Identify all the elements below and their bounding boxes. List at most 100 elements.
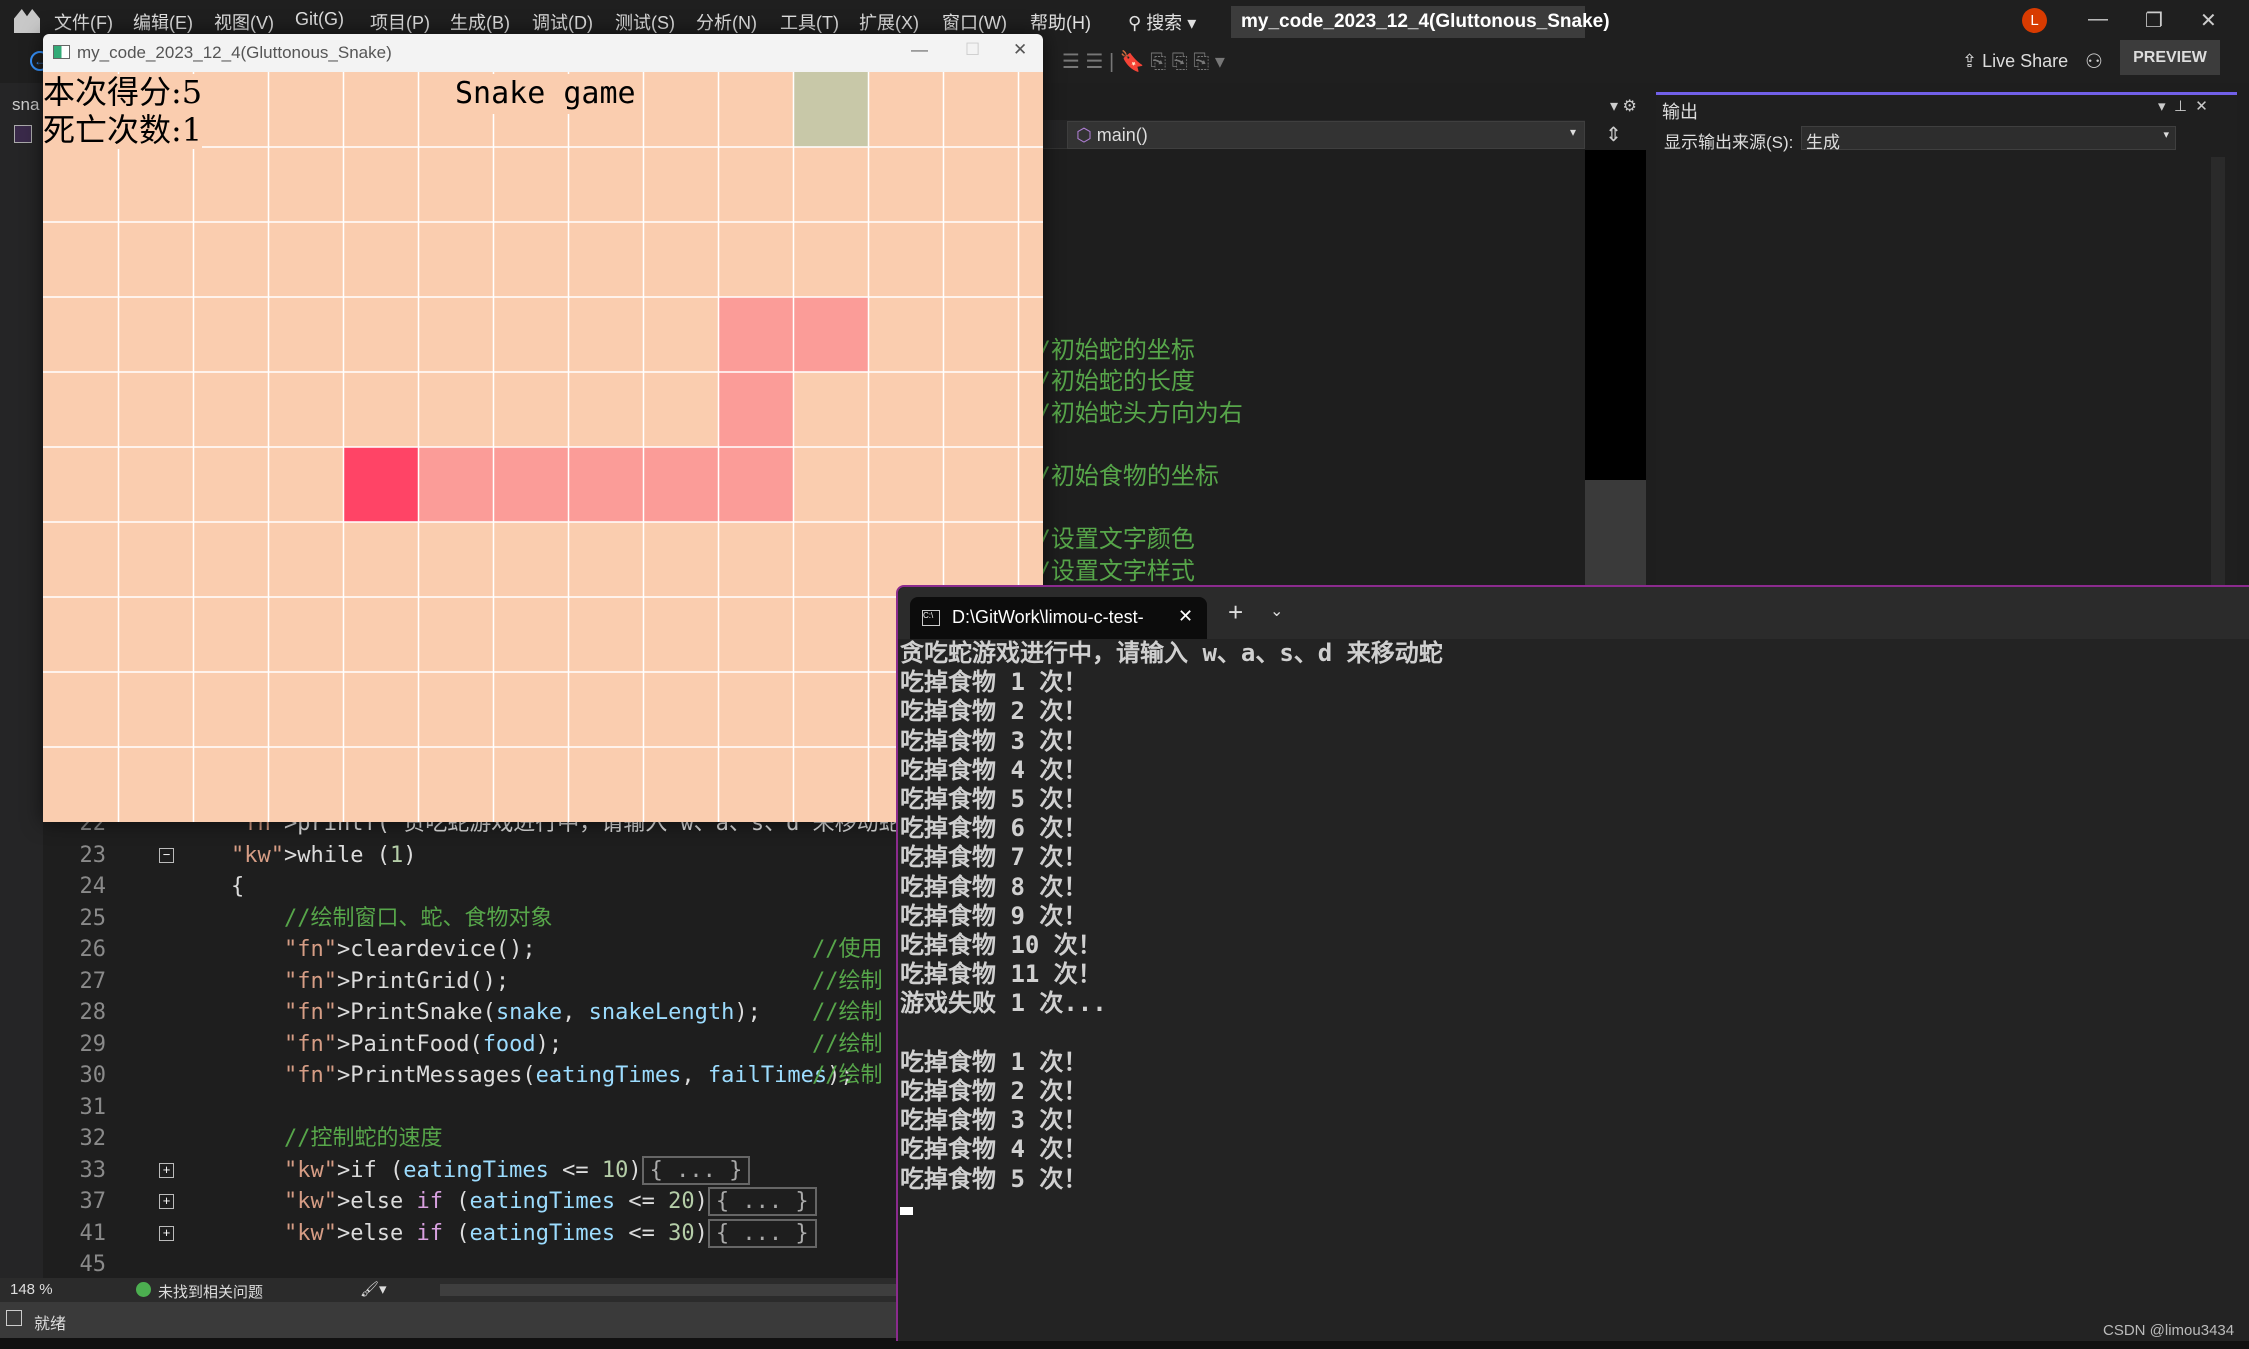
code-comment: //绘制 [812, 968, 883, 994]
snake-body-cell [493, 447, 569, 522]
menu-item[interactable]: 调试(D) [532, 9, 593, 35]
collapsed-block[interactable]: { ... } [641, 1155, 751, 1185]
share-icon: ⇪ [1962, 51, 1983, 71]
menu-item[interactable]: Git(G) [295, 9, 344, 30]
score-label: 本次得分:5 [43, 73, 203, 111]
close-button[interactable]: ✕ [2200, 8, 2217, 33]
doc-tab[interactable]: sna [12, 95, 39, 115]
snake-body-cell [718, 447, 794, 522]
code-line[interactable]: //绘制窗口、蛇、食物对象 [284, 903, 553, 934]
search-button[interactable]: ⚲ 搜索 ▾ [1128, 9, 1196, 35]
new-tab-button[interactable]: + [1228, 597, 1243, 628]
issues-status[interactable]: 未找到相关问题 [158, 1281, 263, 1302]
app-icon [53, 45, 70, 59]
code-line[interactable]: //控制蛇的速度 [284, 1123, 443, 1154]
menu-item[interactable]: 生成(B) [450, 9, 510, 35]
preview-button[interactable]: PREVIEW [2120, 40, 2220, 75]
death-label: 死亡次数:1 [43, 111, 203, 149]
settings-icon[interactable]: ▾ ⚙ [1610, 96, 1637, 116]
game-canvas[interactable] [43, 72, 1043, 822]
restore-button[interactable]: ❐ [2145, 8, 2163, 33]
menu-item[interactable]: 帮助(H) [1030, 9, 1091, 35]
collapsed-block[interactable]: { ... } [707, 1218, 817, 1248]
brush-icon[interactable]: 🖌▾ [360, 1280, 387, 1298]
minimap[interactable] [1585, 150, 1646, 585]
code-comment: //绘制 [812, 1031, 883, 1057]
terminal-line: 吃掉食物 8 次！ [900, 872, 1088, 901]
live-share-button[interactable]: ⇪ Live Share [1962, 51, 2068, 72]
code-comment: //初始蛇的长度 [1022, 367, 1195, 395]
code-line[interactable]: "kw">if (eatingTimes <= 10){ ... } [284, 1155, 751, 1186]
line-number: 30 [79, 1063, 107, 1088]
code-comment: //使用 [812, 937, 883, 962]
tab-close-icon[interactable]: ✕ [1178, 606, 1193, 627]
terminal-line: 游戏失败 1 次... [900, 989, 1107, 1018]
menu-item[interactable]: 编辑(E) [133, 9, 193, 35]
output-scrollbar[interactable] [2211, 157, 2225, 587]
code-line[interactable]: "kw">else if (eatingTimes <= 30){ ... } [284, 1218, 817, 1249]
code-line[interactable]: { [231, 871, 244, 902]
code-line[interactable]: "fn">PrintSnake(snake, snakeLength); [284, 997, 761, 1028]
watermark: CSDN @limou3434 [2103, 1322, 2235, 1339]
terminal-tab[interactable]: C:\ D:\GitWork\limou-c-test- ✕ [910, 597, 1207, 639]
panel-controls[interactable]: ▾ ⊥ ✕ [2158, 97, 2208, 115]
terminal-line: 吃掉食物 3 次！ [900, 726, 1088, 755]
member-dropdown[interactable]: ⬡ main() ▾ [1067, 121, 1585, 149]
terminal-window[interactable]: C:\ D:\GitWork\limou-c-test- ✕ + ⌄ 贪吃蛇游戏进… [896, 585, 2249, 1341]
collapsed-block[interactable]: { ... } [707, 1187, 817, 1216]
bookmark-icons[interactable]: ☰ ☰ | 🔖 ⎘ ⎘ ⎘ ▾ [1062, 49, 1225, 74]
minimize-button[interactable]: — [2088, 8, 2108, 31]
terminal-line: 吃掉食物 9 次！ [900, 901, 1088, 930]
expand-icon[interactable]: + [159, 1225, 174, 1241]
menu-item[interactable]: 窗口(W) [942, 9, 1007, 35]
cube-icon: ⬡ [1076, 125, 1097, 145]
solution-title: my_code_2023_12_4(Gluttonous_Snake) [1231, 6, 1610, 38]
snake-body-cell [793, 297, 869, 372]
game-close-button[interactable]: ✕ [1013, 40, 1027, 60]
source-select[interactable]: 生成 ▾ [1801, 126, 2176, 152]
search-icon: ⚲ [1128, 13, 1147, 33]
menu-item[interactable]: 文件(F) [54, 9, 113, 35]
menu-item[interactable]: 项目(P) [370, 9, 430, 35]
line-number: 24 [79, 874, 107, 899]
menu-item[interactable]: 扩展(X) [859, 9, 919, 35]
code-line[interactable]: "fn">cleardevice(); [284, 934, 536, 965]
line-number: 28 [79, 1000, 107, 1025]
status-text: 就绪 [34, 1316, 67, 1333]
avatar[interactable]: L [2022, 8, 2047, 33]
code-line[interactable]: "kw">while (1) [231, 840, 416, 871]
terminal-line: 吃掉食物 2 次！ [900, 1077, 1088, 1105]
zoom-select[interactable]: 148 % [10, 1281, 53, 1298]
game-heading: Snake game [455, 74, 636, 114]
code-comment: //初始蛇头方向为右 [1022, 399, 1243, 427]
terminal-line: 吃掉食物 6 次！ [900, 814, 1088, 843]
code-line[interactable]: "fn">PrintGrid(); [284, 966, 509, 997]
account-icon[interactable]: ⚇ [2085, 49, 2103, 74]
expand-icon[interactable]: + [159, 1162, 174, 1178]
expand-icon[interactable]: + [159, 1194, 174, 1209]
code-line[interactable]: "fn">PrintMessages(eatingTimes, failTime… [284, 1060, 854, 1091]
terminal-line: 吃掉食物 5 次！ [900, 785, 1088, 813]
tab-dropdown-button[interactable]: ⌄ [1270, 601, 1283, 621]
project-icon [14, 125, 32, 143]
game-maximize-button: ☐ [965, 40, 981, 59]
menu-item[interactable]: 工具(T) [780, 9, 839, 35]
notification-icon[interactable] [6, 1310, 22, 1326]
split-icon[interactable]: ⇕ [1605, 122, 1622, 147]
snake-body-cell [718, 297, 794, 372]
game-minimize-button[interactable]: — [911, 40, 928, 60]
collapse-icon[interactable]: − [159, 847, 174, 863]
horizontal-scrollbar[interactable] [440, 1284, 896, 1296]
line-number: 32 [79, 1126, 107, 1151]
menu-item[interactable]: 分析(N) [696, 9, 757, 35]
code-line[interactable]: "fn">PaintFood(food); [284, 1029, 562, 1060]
chevron-down-icon: ▾ [1569, 125, 1576, 139]
code-line[interactable]: "kw">else if (eatingTimes <= 20){ ... } [284, 1186, 817, 1217]
menu-item[interactable]: 视图(V) [214, 9, 274, 35]
menu-item[interactable]: 测试(S) [615, 9, 675, 35]
game-window[interactable]: my_code_2023_12_4(Gluttonous_Snake) — ☐ … [43, 34, 1043, 822]
terminal-line: 吃掉食物 5 次！ [900, 1164, 1088, 1193]
check-icon [136, 1282, 151, 1297]
snake-body-cell [643, 447, 719, 522]
code-comment: //初始食物的坐标 [1022, 462, 1219, 490]
